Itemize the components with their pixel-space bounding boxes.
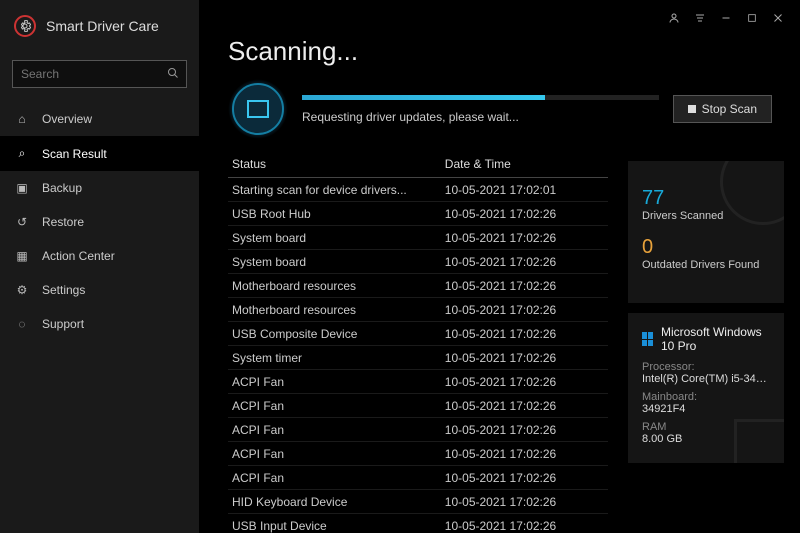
sidebar-item-action-center[interactable]: ▦ Action Center: [0, 239, 199, 273]
col-status: Status: [228, 151, 441, 178]
nav-icon: ⌕: [14, 146, 30, 161]
gear-icon: [14, 15, 36, 37]
table-row: ACPI Fan10-05-2021 17:02:26: [228, 442, 608, 466]
maximize-button[interactable]: [742, 8, 762, 28]
table-row: ACPI Fan10-05-2021 17:02:26: [228, 370, 608, 394]
nav-label: Restore: [42, 215, 84, 229]
table-row: System timer10-05-2021 17:02:26: [228, 346, 608, 370]
search-input[interactable]: [13, 61, 186, 87]
nav-icon: ▣: [14, 181, 30, 195]
search-icon: [167, 67, 179, 82]
scan-badge-icon: [228, 79, 288, 139]
outdated-label: Outdated Drivers Found: [642, 259, 770, 271]
table-row: Motherboard resources10-05-2021 17:02:26: [228, 298, 608, 322]
progress-bar: [302, 95, 659, 100]
table-row: ACPI Fan10-05-2021 17:02:26: [228, 418, 608, 442]
nav-icon: ◌: [14, 317, 30, 331]
nav-label: Support: [42, 317, 84, 331]
table-row: USB Composite Device10-05-2021 17:02:26: [228, 322, 608, 346]
stats-panel: 77 Drivers Scanned 0 Outdated Drivers Fo…: [628, 161, 784, 303]
col-datetime: Date & Time: [441, 151, 608, 178]
nav-icon: ↺: [14, 215, 30, 229]
table-row: HID Keyboard Device10-05-2021 17:02:26: [228, 490, 608, 514]
scanned-count: 77: [642, 187, 770, 210]
app-brand: Smart Driver Care: [0, 0, 199, 52]
nav-label: Settings: [42, 283, 85, 297]
table-row: ACPI Fan10-05-2021 17:02:26: [228, 466, 608, 490]
nav-label: Backup: [42, 181, 82, 195]
menu-icon[interactable]: [690, 8, 710, 28]
windows-icon: [642, 332, 653, 346]
user-icon[interactable]: [664, 8, 684, 28]
scanned-label: Drivers Scanned: [642, 210, 770, 222]
sidebar-item-overview[interactable]: ⌂ Overview: [0, 102, 199, 136]
page-title: Scanning...: [228, 36, 772, 67]
scan-message: Requesting driver updates, please wait..…: [302, 110, 659, 124]
minimize-button[interactable]: [716, 8, 736, 28]
sidebar-item-scan-result[interactable]: ⌕ Scan Result: [0, 136, 199, 171]
nav-icon: ⌂: [14, 112, 30, 126]
app-title: Smart Driver Care: [46, 18, 159, 34]
table-row: System board10-05-2021 17:02:26: [228, 250, 608, 274]
nav-icon: ⚙: [14, 283, 30, 297]
table-row: USB Root Hub10-05-2021 17:02:26: [228, 202, 608, 226]
table-row: USB Input Device10-05-2021 17:02:26: [228, 514, 608, 533]
table-row: Motherboard resources10-05-2021 17:02:26: [228, 274, 608, 298]
sidebar-item-restore[interactable]: ↺ Restore: [0, 205, 199, 239]
close-button[interactable]: [768, 8, 788, 28]
table-row: System board10-05-2021 17:02:26: [228, 226, 608, 250]
nav-icon: ▦: [14, 249, 30, 263]
outdated-count: 0: [642, 236, 770, 259]
nav-label: Scan Result: [42, 147, 107, 161]
search-box[interactable]: [12, 60, 187, 88]
stop-scan-button[interactable]: Stop Scan: [673, 95, 772, 123]
os-name: Microsoft Windows 10 Pro: [661, 325, 770, 353]
sidebar-item-settings[interactable]: ⚙ Settings: [0, 273, 199, 307]
stop-icon: [688, 105, 696, 113]
sidebar-item-support[interactable]: ◌ Support: [0, 307, 199, 341]
nav-label: Action Center: [42, 249, 115, 263]
system-info-panel: Microsoft Windows 10 Pro Processor: Inte…: [628, 313, 784, 463]
table-row: Starting scan for device drivers...10-05…: [228, 178, 608, 202]
sidebar-item-backup[interactable]: ▣ Backup: [0, 171, 199, 205]
table-row: ACPI Fan10-05-2021 17:02:26: [228, 394, 608, 418]
nav-label: Overview: [42, 112, 92, 126]
